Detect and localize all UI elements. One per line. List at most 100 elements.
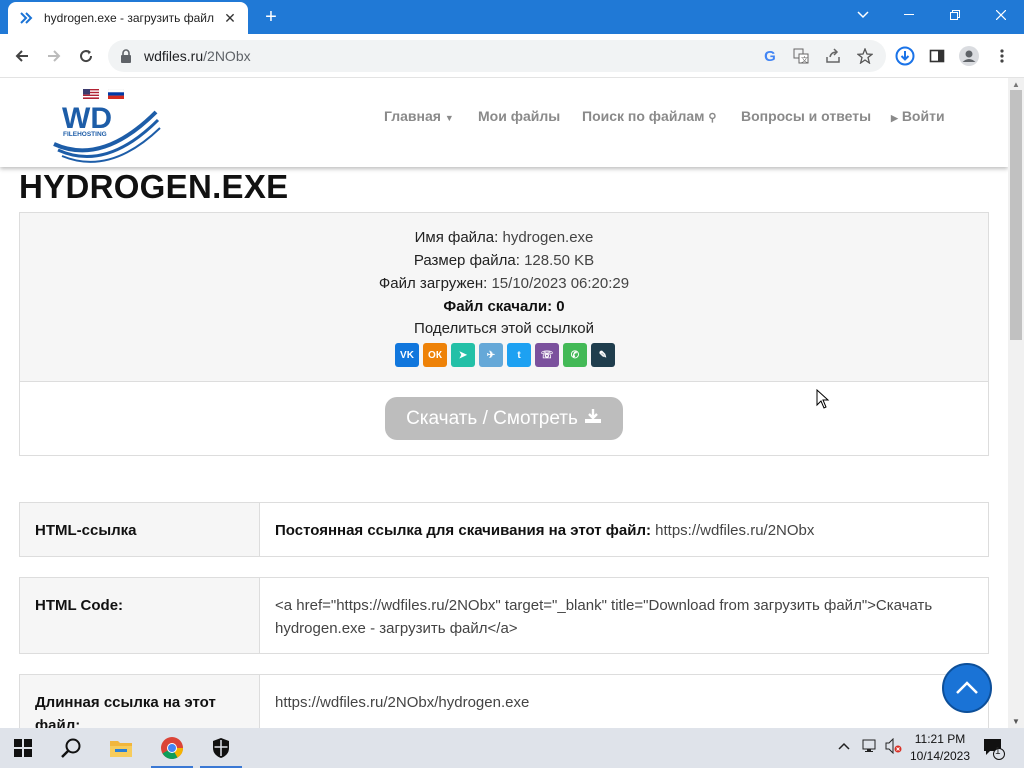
side-panel-icon[interactable]: [925, 44, 949, 68]
browser-tab-strip: hydrogen.exe - загрузить файл ✕ +: [0, 0, 1024, 34]
download-button-label: Скачать / Смотреть: [406, 407, 578, 429]
menu-login-label: Войти: [901, 108, 945, 124]
caret-down-icon: ▼: [444, 113, 454, 123]
menu-kebab-icon[interactable]: [990, 44, 1014, 68]
network-icon[interactable]: [862, 738, 880, 757]
file-name-value: hydrogen.exe: [502, 229, 594, 246]
menu-search-label: Поиск по файлам: [582, 108, 705, 124]
html-link-row: HTML-ссылка Постоянная ссылка для скачив…: [19, 502, 989, 557]
html-code-label: HTML Code:: [20, 578, 260, 653]
url-path: /2NObx: [203, 48, 251, 64]
whatsapp-icon[interactable]: ✆: [563, 343, 587, 367]
translate-icon[interactable]: 文: [789, 44, 813, 68]
system-clock[interactable]: 11:21 PM 10/14/2023: [905, 731, 975, 765]
lock-icon[interactable]: [120, 49, 134, 63]
html-code-row: HTML Code: <a href="https://wdfiles.ru/2…: [19, 577, 989, 654]
odnoklassniki-icon[interactable]: ОК: [423, 343, 447, 367]
page-title: HYDROGEN.EXE: [19, 168, 289, 205]
svg-text:文: 文: [801, 55, 808, 64]
file-name-label: Имя файла:: [414, 229, 499, 246]
site-header: WD FILEHOSTING Главная ▼ Мои файлы Поиск…: [0, 78, 1008, 167]
browser-toolbar: wdfiles.ru/2NObx G 文: [0, 34, 1024, 78]
menu-search[interactable]: Поиск по файлам ⚲: [582, 108, 716, 124]
file-name-line: Имя файла: hydrogen.exe: [20, 229, 988, 246]
chevron-favicon-icon: [18, 10, 34, 26]
tab-search-icon[interactable]: [840, 0, 886, 30]
restore-button[interactable]: [932, 0, 978, 30]
caret-right-icon: ▶: [891, 113, 898, 123]
uploaded-label: Файл загружен:: [378, 275, 488, 292]
windows-start-icon[interactable]: [0, 728, 46, 768]
permanent-link-label: Постоянная ссылка для скачивания на этот…: [275, 522, 651, 539]
security-shield-icon[interactable]: [198, 728, 244, 768]
url-domain: wdfiles.ru: [144, 48, 204, 64]
bookmark-star-icon[interactable]: [853, 44, 877, 68]
file-info-box: Имя файла: hydrogen.exe Размер файла: 12…: [19, 212, 989, 456]
close-window-button[interactable]: [978, 0, 1024, 30]
file-size-label: Размер файла:: [413, 252, 520, 269]
clock-time: 11:21 PM: [914, 732, 966, 746]
menu-home-label: Главная: [384, 108, 441, 124]
notification-center-icon[interactable]: 1: [982, 736, 1006, 763]
scroll-to-top-button[interactable]: [942, 663, 992, 713]
edit-icon[interactable]: ✎: [591, 343, 615, 367]
mouse-cursor-icon: [816, 388, 830, 414]
uploaded-value: 15/10/2023 06:20:29: [491, 275, 630, 292]
new-tab-button[interactable]: +: [260, 6, 282, 28]
long-link-label: Длинная ссылка на этот файл:: [20, 675, 260, 728]
menu-home[interactable]: Главная ▼: [384, 108, 454, 124]
share-icons: VK ОК ➤ ✈ t ☏ ✆ ✎: [395, 343, 615, 367]
chrome-taskbar-icon[interactable]: [149, 728, 195, 768]
share-icon[interactable]: [821, 44, 845, 68]
scroll-up-arrow-icon[interactable]: ▲: [1012, 80, 1020, 89]
forward-icon[interactable]: [42, 44, 66, 68]
send-icon[interactable]: ➤: [451, 343, 475, 367]
tab-title: hydrogen.exe - загрузить файл: [44, 11, 215, 25]
browser-tab[interactable]: hydrogen.exe - загрузить файл ✕: [8, 2, 248, 34]
site-logo[interactable]: WD FILEHOSTING: [52, 86, 162, 164]
notification-count: 1: [995, 746, 1001, 757]
minimize-button[interactable]: [886, 0, 932, 30]
reload-icon[interactable]: [74, 44, 98, 68]
downloads-value: 0: [556, 298, 565, 315]
tab-close-icon[interactable]: ✕: [222, 10, 238, 27]
back-icon[interactable]: [10, 44, 34, 68]
html-link-cell: Постоянная ссылка для скачивания на этот…: [260, 503, 988, 556]
search-taskbar-icon[interactable]: [48, 728, 94, 768]
share-label: Поделиться этой ссылкой: [414, 320, 594, 337]
volume-muted-icon[interactable]: [885, 737, 903, 757]
menu-faq[interactable]: Вопросы и ответы: [741, 108, 871, 124]
search-icon: ⚲: [708, 112, 717, 124]
file-explorer-icon[interactable]: [98, 728, 144, 768]
download-tray-icon: [584, 408, 602, 430]
tray-overflow-icon[interactable]: [838, 738, 850, 753]
file-size-value: 128.50 KB: [524, 252, 595, 269]
long-link-row: Длинная ссылка на этот файл: https://wdf…: [19, 674, 989, 728]
file-info-panel: Имя файла: hydrogen.exe Размер файла: 12…: [20, 213, 988, 382]
viber-icon[interactable]: ☏: [535, 343, 559, 367]
scrollbar-thumb[interactable]: [1010, 90, 1022, 340]
menu-my-files[interactable]: Мои файлы: [478, 108, 560, 124]
downloads-line: Файл скачали: 0: [20, 298, 988, 315]
page-viewport: WD FILEHOSTING Главная ▼ Мои файлы Поиск…: [0, 78, 1008, 728]
download-icon[interactable]: [893, 44, 917, 68]
permanent-link-value[interactable]: https://wdfiles.ru/2NObx: [655, 522, 814, 539]
scroll-down-arrow-icon[interactable]: ▼: [1012, 717, 1020, 726]
uploaded-line: Файл загружен: 15/10/2023 06:20:29: [20, 275, 988, 292]
twitter-icon[interactable]: t: [507, 343, 531, 367]
html-code-value[interactable]: <a href="https://wdfiles.ru/2NObx" targe…: [260, 578, 988, 653]
menu-login[interactable]: ▶ Войти: [891, 108, 945, 124]
long-link-value[interactable]: https://wdfiles.ru/2NObx/hydrogen.exe: [260, 675, 988, 728]
telegram-icon[interactable]: ✈: [479, 343, 503, 367]
vk-icon[interactable]: VK: [395, 343, 419, 367]
logo-subtext: FILEHOSTING: [63, 131, 107, 138]
html-link-label: HTML-ссылка: [20, 503, 260, 556]
clock-date: 10/14/2023: [909, 749, 971, 763]
file-size-line: Размер файла: 128.50 KB: [20, 252, 988, 269]
download-button[interactable]: Скачать / Смотреть: [385, 397, 623, 440]
downloads-label: Файл скачали:: [443, 298, 553, 315]
profile-avatar-icon[interactable]: [957, 44, 981, 68]
google-icon[interactable]: G: [758, 44, 782, 68]
chevron-up-icon: [956, 681, 978, 694]
vertical-scrollbar[interactable]: ▲ ▼: [1008, 78, 1024, 728]
